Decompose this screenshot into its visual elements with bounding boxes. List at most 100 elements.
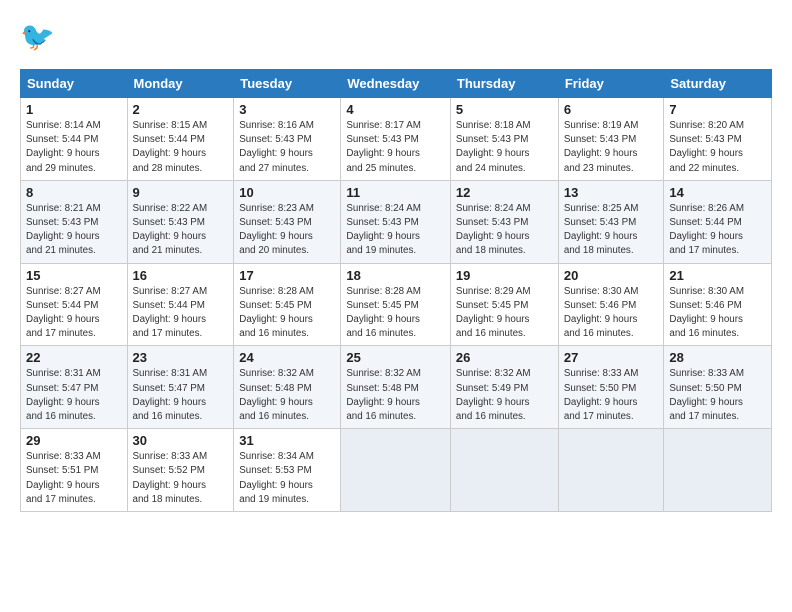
day-number: 11 — [346, 185, 445, 200]
day-info: Sunrise: 8:20 AM Sunset: 5:43 PM Dayligh… — [669, 119, 766, 176]
day-number: 26 — [456, 350, 553, 365]
calendar-cell: 3 Sunrise: 8:16 AM Sunset: 5:43 PM Daylig… — [234, 98, 341, 181]
calendar-cell: 4 Sunrise: 8:17 AM Sunset: 5:43 PM Daylig… — [341, 98, 451, 181]
day-number: 18 — [346, 268, 445, 283]
day-info: Sunrise: 8:24 AM Sunset: 5:43 PM Dayligh… — [346, 202, 445, 259]
header: 🐦 — [20, 16, 772, 59]
calendar-cell: 20Sunrise: 8:30 AM Sunset: 5:46 PM Dayli… — [558, 263, 664, 346]
day-info: Sunrise: 8:33 AM Sunset: 5:50 PM Dayligh… — [669, 367, 766, 424]
day-number: 22 — [26, 350, 122, 365]
day-info: Sunrise: 8:18 AM Sunset: 5:43 PM Dayligh… — [456, 119, 553, 176]
day-info: Sunrise: 8:15 AM Sunset: 5:44 PM Dayligh… — [133, 119, 229, 176]
calendar-cell: 5 Sunrise: 8:18 AM Sunset: 5:43 PM Daylig… — [450, 98, 558, 181]
calendar-cell: 26 Sunrise: 8:32 AM Sunset: 5:49 PM Dayli… — [450, 346, 558, 429]
day-info: Sunrise: 8:25 AM Sunset: 5:43 PM Dayligh… — [564, 202, 659, 259]
day-number: 2 — [133, 102, 229, 117]
calendar-cell: 21 Sunrise: 8:30 AM Sunset: 5:46 PM Dayli… — [664, 263, 772, 346]
day-number: 12 — [456, 185, 553, 200]
calendar-cell: 12 Sunrise: 8:24 AM Sunset: 5:43 PM Dayli… — [450, 180, 558, 263]
day-info: Sunrise: 8:31 AM Sunset: 5:47 PM Dayligh… — [133, 367, 229, 424]
svg-text:🐦: 🐦 — [20, 21, 55, 52]
calendar-cell: 19Sunrise: 8:29 AM Sunset: 5:45 PM Dayli… — [450, 263, 558, 346]
day-info: Sunrise: 8:30 AM Sunset: 5:46 PM Dayligh… — [669, 285, 766, 342]
calendar-cell: 11 Sunrise: 8:24 AM Sunset: 5:43 PM Dayli… — [341, 180, 451, 263]
calendar-cell: 27 Sunrise: 8:33 AM Sunset: 5:50 PM Dayli… — [558, 346, 664, 429]
day-info: Sunrise: 8:23 AM Sunset: 5:43 PM Dayligh… — [239, 202, 335, 259]
calendar-cell: 15 Sunrise: 8:27 AM Sunset: 5:44 PM Dayli… — [21, 263, 128, 346]
calendar-table: SundayMondayTuesdayWednesdayThursdayFrid… — [20, 69, 772, 512]
day-number: 29 — [26, 433, 122, 448]
day-info: Sunrise: 8:28 AM Sunset: 5:45 PM Dayligh… — [346, 285, 445, 342]
day-number: 4 — [346, 102, 445, 117]
calendar-cell: 6 Sunrise: 8:19 AM Sunset: 5:43 PM Daylig… — [558, 98, 664, 181]
day-info: Sunrise: 8:19 AM Sunset: 5:43 PM Dayligh… — [564, 119, 659, 176]
calendar-cell — [664, 429, 772, 512]
logo-bird-icon: 🐦 — [20, 16, 58, 59]
day-info: Sunrise: 8:32 AM Sunset: 5:48 PM Dayligh… — [239, 367, 335, 424]
day-number: 9 — [133, 185, 229, 200]
calendar-cell: 1 Sunrise: 8:14 AM Sunset: 5:44 PM Daylig… — [21, 98, 128, 181]
day-number: 28 — [669, 350, 766, 365]
calendar-cell: 16 Sunrise: 8:27 AM Sunset: 5:44 PM Dayli… — [127, 263, 234, 346]
day-number: 15 — [26, 268, 122, 283]
day-info: Sunrise: 8:21 AM Sunset: 5:43 PM Dayligh… — [26, 202, 122, 259]
day-info: Sunrise: 8:33 AM Sunset: 5:51 PM Dayligh… — [26, 450, 122, 507]
calendar-cell: 8 Sunrise: 8:21 AM Sunset: 5:43 PM Daylig… — [21, 180, 128, 263]
day-info: Sunrise: 8:31 AM Sunset: 5:47 PM Dayligh… — [26, 367, 122, 424]
calendar-cell: 31 Sunrise: 8:34 AM Sunset: 5:53 PM Dayli… — [234, 429, 341, 512]
day-number: 23 — [133, 350, 229, 365]
day-number: 30 — [133, 433, 229, 448]
day-info: Sunrise: 8:16 AM Sunset: 5:43 PM Dayligh… — [239, 119, 335, 176]
day-info: Sunrise: 8:24 AM Sunset: 5:43 PM Dayligh… — [456, 202, 553, 259]
col-header-wednesday: Wednesday — [341, 70, 451, 98]
col-header-friday: Friday — [558, 70, 664, 98]
day-info: Sunrise: 8:27 AM Sunset: 5:44 PM Dayligh… — [26, 285, 122, 342]
day-info: Sunrise: 8:29 AM Sunset: 5:45 PM Dayligh… — [456, 285, 553, 342]
day-number: 10 — [239, 185, 335, 200]
day-info: Sunrise: 8:34 AM Sunset: 5:53 PM Dayligh… — [239, 450, 335, 507]
calendar-cell: 18 Sunrise: 8:28 AM Sunset: 5:45 PM Dayli… — [341, 263, 451, 346]
day-info: Sunrise: 8:26 AM Sunset: 5:44 PM Dayligh… — [669, 202, 766, 259]
day-info: Sunrise: 8:22 AM Sunset: 5:43 PM Dayligh… — [133, 202, 229, 259]
calendar-cell: 13Sunrise: 8:25 AM Sunset: 5:43 PM Dayli… — [558, 180, 664, 263]
day-info: Sunrise: 8:14 AM Sunset: 5:44 PM Dayligh… — [26, 119, 122, 176]
col-header-tuesday: Tuesday — [234, 70, 341, 98]
day-info: Sunrise: 8:17 AM Sunset: 5:43 PM Dayligh… — [346, 119, 445, 176]
calendar-cell: 24 Sunrise: 8:32 AM Sunset: 5:48 PM Dayli… — [234, 346, 341, 429]
day-number: 5 — [456, 102, 553, 117]
day-number: 16 — [133, 268, 229, 283]
day-number: 27 — [564, 350, 659, 365]
day-info: Sunrise: 8:32 AM Sunset: 5:48 PM Dayligh… — [346, 367, 445, 424]
day-info: Sunrise: 8:27 AM Sunset: 5:44 PM Dayligh… — [133, 285, 229, 342]
day-info: Sunrise: 8:33 AM Sunset: 5:52 PM Dayligh… — [133, 450, 229, 507]
calendar-cell: 2 Sunrise: 8:15 AM Sunset: 5:44 PM Daylig… — [127, 98, 234, 181]
calendar-cell: 17 Sunrise: 8:28 AM Sunset: 5:45 PM Dayli… — [234, 263, 341, 346]
day-number: 24 — [239, 350, 335, 365]
calendar-cell: 29 Sunrise: 8:33 AM Sunset: 5:51 PM Dayli… — [21, 429, 128, 512]
day-number: 20 — [564, 268, 659, 283]
day-number: 6 — [564, 102, 659, 117]
calendar-cell — [558, 429, 664, 512]
day-number: 1 — [26, 102, 122, 117]
day-info: Sunrise: 8:28 AM Sunset: 5:45 PM Dayligh… — [239, 285, 335, 342]
calendar-cell: 14 Sunrise: 8:26 AM Sunset: 5:44 PM Dayli… — [664, 180, 772, 263]
day-number: 7 — [669, 102, 766, 117]
logo: 🐦 — [20, 16, 62, 59]
calendar-cell: 7 Sunrise: 8:20 AM Sunset: 5:43 PM Daylig… — [664, 98, 772, 181]
calendar-cell — [341, 429, 451, 512]
col-header-thursday: Thursday — [450, 70, 558, 98]
day-number: 3 — [239, 102, 335, 117]
day-number: 21 — [669, 268, 766, 283]
day-number: 17 — [239, 268, 335, 283]
day-number: 14 — [669, 185, 766, 200]
day-info: Sunrise: 8:33 AM Sunset: 5:50 PM Dayligh… — [564, 367, 659, 424]
calendar-cell: 30 Sunrise: 8:33 AM Sunset: 5:52 PM Dayli… — [127, 429, 234, 512]
col-header-sunday: Sunday — [21, 70, 128, 98]
calendar-cell — [450, 429, 558, 512]
day-number: 8 — [26, 185, 122, 200]
day-number: 25 — [346, 350, 445, 365]
day-number: 31 — [239, 433, 335, 448]
calendar-cell: 9 Sunrise: 8:22 AM Sunset: 5:43 PM Daylig… — [127, 180, 234, 263]
day-info: Sunrise: 8:32 AM Sunset: 5:49 PM Dayligh… — [456, 367, 553, 424]
calendar-cell: 10 Sunrise: 8:23 AM Sunset: 5:43 PM Dayli… — [234, 180, 341, 263]
